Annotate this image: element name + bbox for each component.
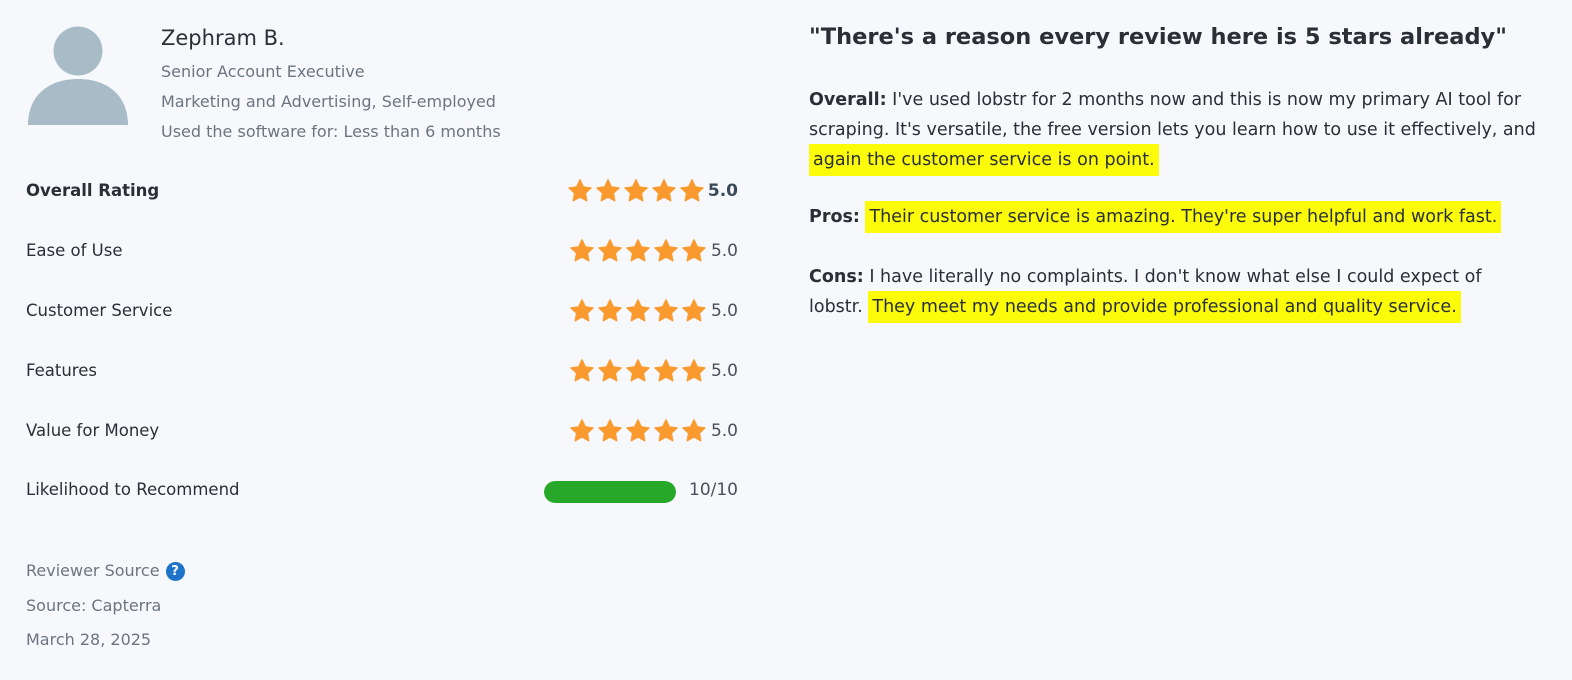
rating-value: 5.0: [710, 421, 738, 441]
review-pros: Pros: Their customer service is amazing.…: [809, 201, 1539, 233]
pros-label: Pros:: [809, 207, 860, 227]
star-icon: [653, 358, 679, 384]
star-rating: [569, 238, 709, 264]
star-rating: [569, 298, 709, 324]
reviewer-usage-duration: Used the software for: Less than 6 month…: [161, 122, 501, 141]
star-icon: [679, 178, 705, 204]
rating-row-features: Features 5.0: [26, 358, 738, 388]
rating-row-likelihood: Likelihood to Recommend 10/10: [26, 477, 738, 507]
rating-label: Customer Service: [26, 301, 173, 320]
rating-row-value-for-money: Value for Money 5.0: [26, 418, 738, 448]
reviewer-company: Marketing and Advertising, Self-employed: [161, 92, 496, 111]
star-icon: [681, 298, 707, 324]
star-icon: [625, 238, 651, 264]
rating-row-customer-service: Customer Service 5.0: [26, 298, 738, 328]
rating-row-overall: Overall Rating 5.0: [26, 178, 738, 208]
rating-label: Features: [26, 361, 97, 380]
overall-text: I've used lobstr for 2 months now and th…: [809, 90, 1536, 140]
star-icon: [623, 178, 649, 204]
star-icon: [597, 418, 623, 444]
star-icon: [625, 418, 651, 444]
rating-value: 5.0: [710, 361, 738, 381]
star-rating: [567, 178, 707, 204]
rating-label: Ease of Use: [26, 241, 123, 260]
star-rating: [569, 418, 709, 444]
review-date: March 28, 2025: [26, 630, 152, 649]
rating-label: Overall Rating: [26, 181, 160, 200]
likelihood-progress-fill: [544, 481, 676, 503]
star-icon: [653, 238, 679, 264]
likelihood-progress-bar: [544, 481, 676, 503]
star-icon: [567, 178, 593, 204]
cons-highlight: They meet my needs and provide professio…: [868, 291, 1461, 323]
star-icon: [595, 178, 621, 204]
source-text: Source: Capterra: [26, 596, 162, 615]
star-icon: [681, 358, 707, 384]
pros-highlight: Their customer service is amazing. They'…: [865, 201, 1502, 233]
user-avatar-icon: [28, 24, 128, 126]
review-overall: Overall: I've used lobstr for 2 months n…: [809, 85, 1539, 176]
reviewer-source-label: Reviewer Source: [26, 561, 160, 580]
reviewer-name: Zephram B.: [161, 26, 285, 50]
star-icon: [653, 298, 679, 324]
star-icon: [681, 238, 707, 264]
star-icon: [597, 298, 623, 324]
rating-value: 5.0: [710, 241, 738, 261]
reviewer-job-title: Senior Account Executive: [161, 62, 365, 81]
star-icon: [569, 298, 595, 324]
star-icon: [569, 238, 595, 264]
star-icon: [625, 358, 651, 384]
rating-label: Value for Money: [26, 421, 160, 440]
question-mark-icon[interactable]: ?: [165, 562, 185, 581]
overall-label: Overall:: [809, 90, 887, 110]
cons-label: Cons:: [809, 267, 864, 287]
rating-row-ease-of-use: Ease of Use 5.0: [26, 238, 738, 268]
rating-value: 10/10: [689, 480, 738, 500]
review-title: "There's a reason every review here is 5…: [809, 24, 1507, 50]
star-icon: [681, 418, 707, 444]
rating-value: 5.0: [707, 181, 738, 201]
star-icon: [569, 358, 595, 384]
star-icon: [625, 298, 651, 324]
rating-value: 5.0: [710, 301, 738, 321]
reviewer-source: Reviewer Source?: [26, 561, 185, 581]
star-rating: [569, 358, 709, 384]
review-cons: Cons: I have literally no complaints. I …: [809, 262, 1539, 323]
star-icon: [597, 238, 623, 264]
star-icon: [597, 358, 623, 384]
rating-label: Likelihood to Recommend: [26, 480, 240, 499]
star-icon: [569, 418, 595, 444]
overall-highlight: again the customer service is on point.: [809, 144, 1159, 176]
star-icon: [653, 418, 679, 444]
star-icon: [651, 178, 677, 204]
